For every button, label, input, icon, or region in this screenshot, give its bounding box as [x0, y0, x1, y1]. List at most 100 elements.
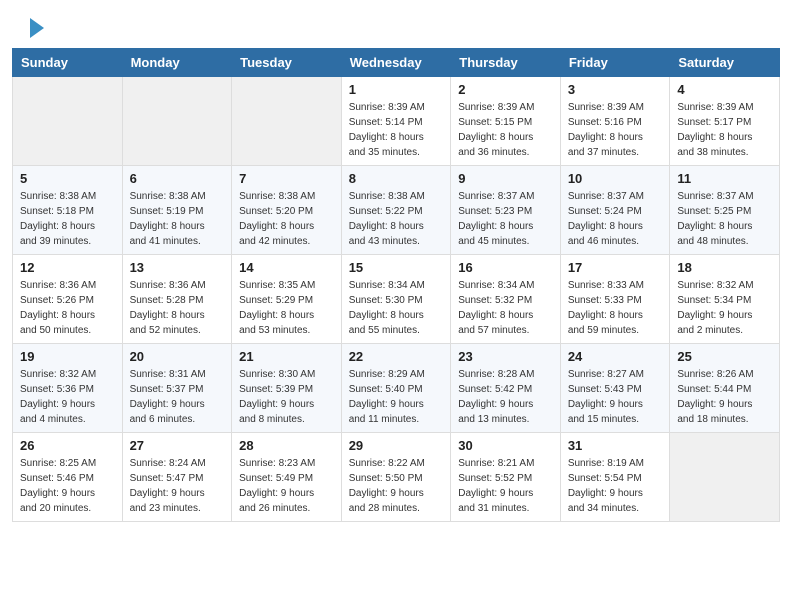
- day-info: Sunrise: 8:38 AMSunset: 5:22 PMDaylight:…: [349, 189, 444, 249]
- calendar-cell: 17 Sunrise: 8:33 AMSunset: 5:33 PMDayligh…: [560, 255, 670, 344]
- day-number: 2: [458, 82, 553, 97]
- weekday-header-thursday: Thursday: [451, 49, 561, 77]
- day-number: 7: [239, 171, 334, 186]
- calendar-cell: [122, 77, 232, 166]
- calendar-cell: 14 Sunrise: 8:35 AMSunset: 5:29 PMDayligh…: [232, 255, 342, 344]
- calendar-cell: 20Sunrise: 8:31 AMSunset: 5:37 PMDayligh…: [122, 344, 232, 433]
- calendar-cell: [13, 77, 123, 166]
- weekday-header-saturday: Saturday: [670, 49, 780, 77]
- day-info: Sunrise: 8:37 AMSunset: 5:25 PMDaylight:…: [677, 189, 772, 249]
- day-number: 10: [568, 171, 663, 186]
- day-number: 14: [239, 260, 334, 275]
- day-info: Sunrise: 8:38 AMSunset: 5:18 PMDaylight:…: [20, 189, 115, 249]
- day-number: 22: [349, 349, 444, 364]
- day-info: Sunrise: 8:23 AMSunset: 5:49 PMDaylight:…: [239, 456, 334, 516]
- calendar-cell: 23Sunrise: 8:28 AMSunset: 5:42 PMDayligh…: [451, 344, 561, 433]
- calendar-cell: 11 Sunrise: 8:37 AMSunset: 5:25 PMDayligh…: [670, 166, 780, 255]
- day-info: Sunrise: 8:39 AMSunset: 5:14 PMDaylight:…: [349, 100, 444, 160]
- day-number: 21: [239, 349, 334, 364]
- calendar-table: SundayMondayTuesdayWednesdayThursdayFrid…: [12, 48, 780, 522]
- day-info: Sunrise: 8:27 AMSunset: 5:43 PMDaylight:…: [568, 367, 663, 427]
- calendar-cell: 6 Sunrise: 8:38 AMSunset: 5:19 PMDaylight…: [122, 166, 232, 255]
- calendar-cell: 2 Sunrise: 8:39 AMSunset: 5:15 PMDaylight…: [451, 77, 561, 166]
- day-number: 16: [458, 260, 553, 275]
- day-info: Sunrise: 8:29 AMSunset: 5:40 PMDaylight:…: [349, 367, 444, 427]
- calendar-cell: 8 Sunrise: 8:38 AMSunset: 5:22 PMDaylight…: [341, 166, 451, 255]
- calendar-cell: 25 Sunrise: 8:26 AMSunset: 5:44 PMDayligh…: [670, 344, 780, 433]
- day-info: Sunrise: 8:24 AMSunset: 5:47 PMDaylight:…: [130, 456, 225, 516]
- calendar-cell: 21 Sunrise: 8:30 AMSunset: 5:39 PMDayligh…: [232, 344, 342, 433]
- day-info: Sunrise: 8:22 AMSunset: 5:50 PMDaylight:…: [349, 456, 444, 516]
- day-info: Sunrise: 8:38 AMSunset: 5:19 PMDaylight:…: [130, 189, 225, 249]
- day-info: Sunrise: 8:36 AMSunset: 5:26 PMDaylight:…: [20, 278, 115, 338]
- day-number: 5: [20, 171, 115, 186]
- day-info: Sunrise: 8:32 AMSunset: 5:36 PMDaylight:…: [20, 367, 115, 427]
- day-number: 15: [349, 260, 444, 275]
- logo-chevron-icon: [30, 18, 44, 38]
- calendar-cell: 19 Sunrise: 8:32 AMSunset: 5:36 PMDayligh…: [13, 344, 123, 433]
- calendar-cell: 26 Sunrise: 8:25 AMSunset: 5:46 PMDayligh…: [13, 433, 123, 522]
- day-info: Sunrise: 8:37 AMSunset: 5:24 PMDaylight:…: [568, 189, 663, 249]
- day-number: 30: [458, 438, 553, 453]
- calendar-cell: 1 Sunrise: 8:39 AMSunset: 5:14 PMDaylight…: [341, 77, 451, 166]
- logo: [24, 18, 44, 40]
- day-info: Sunrise: 8:21 AMSunset: 5:52 PMDaylight:…: [458, 456, 553, 516]
- calendar-cell: 30 Sunrise: 8:21 AMSunset: 5:52 PMDayligh…: [451, 433, 561, 522]
- day-info: Sunrise: 8:39 AMSunset: 5:15 PMDaylight:…: [458, 100, 553, 160]
- weekday-header-friday: Friday: [560, 49, 670, 77]
- calendar-cell: 10 Sunrise: 8:37 AMSunset: 5:24 PMDayligh…: [560, 166, 670, 255]
- day-number: 9: [458, 171, 553, 186]
- calendar-cell: 18 Sunrise: 8:32 AMSunset: 5:34 PMDayligh…: [670, 255, 780, 344]
- day-number: 26: [20, 438, 115, 453]
- day-info: Sunrise: 8:35 AMSunset: 5:29 PMDaylight:…: [239, 278, 334, 338]
- calendar-cell: 3Sunrise: 8:39 AMSunset: 5:16 PMDaylight…: [560, 77, 670, 166]
- day-number: 8: [349, 171, 444, 186]
- calendar-cell: 5 Sunrise: 8:38 AMSunset: 5:18 PMDaylight…: [13, 166, 123, 255]
- day-number: 27: [130, 438, 225, 453]
- calendar-cell: 4 Sunrise: 8:39 AMSunset: 5:17 PMDaylight…: [670, 77, 780, 166]
- day-number: 25: [677, 349, 772, 364]
- day-info: Sunrise: 8:34 AMSunset: 5:30 PMDaylight:…: [349, 278, 444, 338]
- day-number: 12: [20, 260, 115, 275]
- day-number: 29: [349, 438, 444, 453]
- header: [0, 0, 792, 48]
- day-number: 13: [130, 260, 225, 275]
- day-info: Sunrise: 8:33 AMSunset: 5:33 PMDaylight:…: [568, 278, 663, 338]
- day-number: 20: [130, 349, 225, 364]
- day-info: Sunrise: 8:32 AMSunset: 5:34 PMDaylight:…: [677, 278, 772, 338]
- calendar-cell: 28Sunrise: 8:23 AMSunset: 5:49 PMDayligh…: [232, 433, 342, 522]
- weekday-header-sunday: Sunday: [13, 49, 123, 77]
- day-info: Sunrise: 8:26 AMSunset: 5:44 PMDaylight:…: [677, 367, 772, 427]
- day-info: Sunrise: 8:19 AMSunset: 5:54 PMDaylight:…: [568, 456, 663, 516]
- day-number: 18: [677, 260, 772, 275]
- calendar-cell: 16 Sunrise: 8:34 AMSunset: 5:32 PMDayligh…: [451, 255, 561, 344]
- calendar-cell: [670, 433, 780, 522]
- day-info: Sunrise: 8:36 AMSunset: 5:28 PMDaylight:…: [130, 278, 225, 338]
- day-number: 24: [568, 349, 663, 364]
- calendar-cell: 29 Sunrise: 8:22 AMSunset: 5:50 PMDayligh…: [341, 433, 451, 522]
- weekday-header-monday: Monday: [122, 49, 232, 77]
- day-number: 11: [677, 171, 772, 186]
- day-info: Sunrise: 8:37 AMSunset: 5:23 PMDaylight:…: [458, 189, 553, 249]
- day-number: 23: [458, 349, 553, 364]
- weekday-header-wednesday: Wednesday: [341, 49, 451, 77]
- day-number: 4: [677, 82, 772, 97]
- day-number: 3: [568, 82, 663, 97]
- day-number: 17: [568, 260, 663, 275]
- day-number: 6: [130, 171, 225, 186]
- day-info: Sunrise: 8:34 AMSunset: 5:32 PMDaylight:…: [458, 278, 553, 338]
- day-info: Sunrise: 8:30 AMSunset: 5:39 PMDaylight:…: [239, 367, 334, 427]
- day-number: 1: [349, 82, 444, 97]
- calendar-cell: 13 Sunrise: 8:36 AMSunset: 5:28 PMDayligh…: [122, 255, 232, 344]
- calendar-cell: 12 Sunrise: 8:36 AMSunset: 5:26 PMDayligh…: [13, 255, 123, 344]
- day-info: Sunrise: 8:39 AMSunset: 5:17 PMDaylight:…: [677, 100, 772, 160]
- calendar-cell: 27 Sunrise: 8:24 AMSunset: 5:47 PMDayligh…: [122, 433, 232, 522]
- day-info: Sunrise: 8:25 AMSunset: 5:46 PMDaylight:…: [20, 456, 115, 516]
- calendar-cell: 15 Sunrise: 8:34 AMSunset: 5:30 PMDayligh…: [341, 255, 451, 344]
- calendar-cell: 22 Sunrise: 8:29 AMSunset: 5:40 PMDayligh…: [341, 344, 451, 433]
- calendar-cell: 24 Sunrise: 8:27 AMSunset: 5:43 PMDayligh…: [560, 344, 670, 433]
- calendar-cell: 31Sunrise: 8:19 AMSunset: 5:54 PMDayligh…: [560, 433, 670, 522]
- day-number: 19: [20, 349, 115, 364]
- calendar-cell: 9 Sunrise: 8:37 AMSunset: 5:23 PMDaylight…: [451, 166, 561, 255]
- calendar-cell: 7Sunrise: 8:38 AMSunset: 5:20 PMDaylight…: [232, 166, 342, 255]
